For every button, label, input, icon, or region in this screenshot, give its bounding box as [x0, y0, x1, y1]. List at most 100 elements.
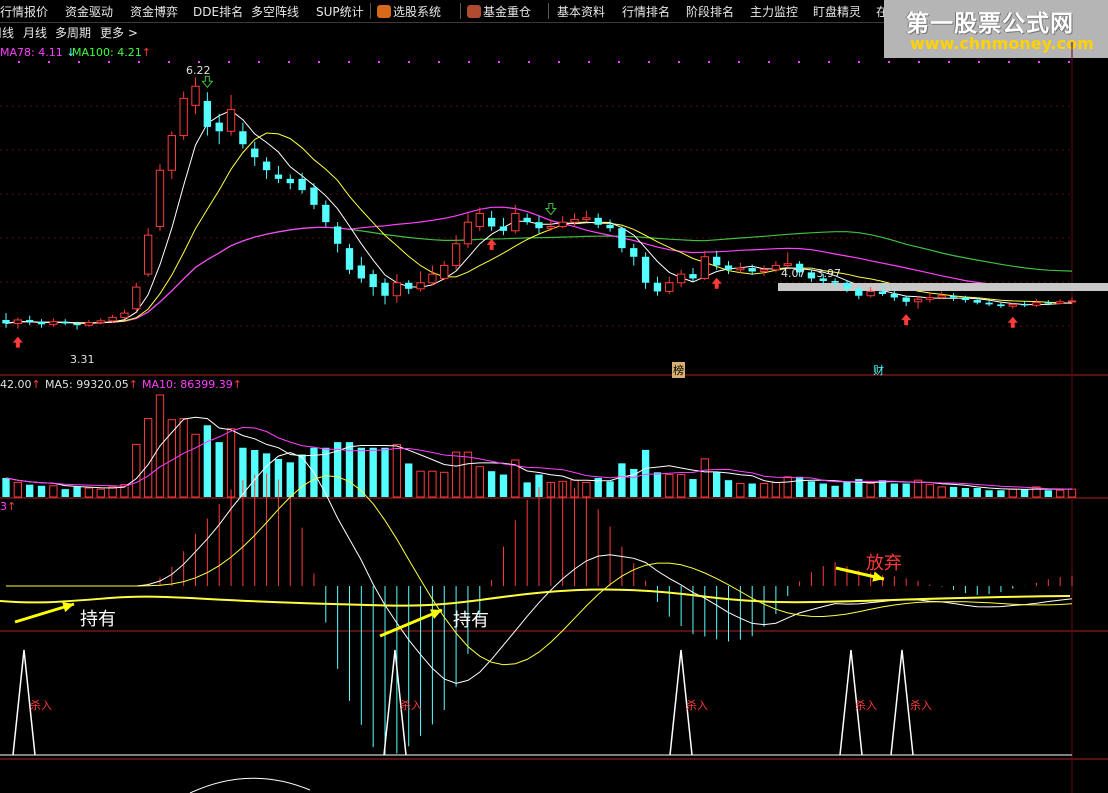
volume-bar: [37, 485, 46, 497]
candle-body: [239, 131, 247, 145]
top-tick-dot: [648, 61, 650, 63]
candle-body: [689, 274, 697, 279]
volume-bar: [416, 470, 425, 498]
candle-body: [392, 282, 402, 297]
top-tick-dot: [588, 61, 590, 63]
volume-panel: [2, 394, 1077, 498]
kill-label-3: 杀入: [686, 699, 708, 712]
price-panel: [2, 75, 1108, 348]
top-tick-dot: [1008, 61, 1010, 63]
top-tick-dot: [198, 61, 200, 63]
candle-body: [665, 282, 674, 292]
candle-body: [108, 316, 117, 322]
top-tick-dot: [288, 61, 290, 63]
buy-arrow-icon: [12, 336, 23, 348]
volume-bar: [961, 488, 970, 497]
volume-bar: [96, 488, 105, 498]
candle-body: [322, 204, 330, 223]
volume-bar: [724, 480, 733, 497]
candle-body: [961, 297, 970, 301]
buy-arrow-icon: [901, 314, 912, 326]
candle-body: [866, 290, 875, 297]
volume-bar: [902, 483, 910, 497]
top-tick-dot: [18, 61, 20, 63]
sell-arrow-icon: [544, 203, 557, 216]
sell-arrow-icon: [201, 75, 214, 89]
top-tick-dot: [1068, 61, 1070, 63]
top-tick-dot: [78, 61, 80, 63]
top-tick-dot: [228, 61, 230, 63]
volume-bar: [203, 425, 212, 497]
candle-body: [676, 273, 686, 284]
candle-body: [132, 286, 141, 310]
price-range-label: 4.07 - 3.97: [781, 267, 841, 280]
candle-body: [475, 213, 484, 227]
volume-bar: [369, 447, 377, 497]
top-tick-dot: [858, 61, 860, 63]
volume-bar: [676, 474, 686, 498]
kill-label-1: 杀入: [30, 699, 52, 712]
volume-bar: [191, 433, 200, 498]
candle-body: [155, 169, 165, 227]
candle-body: [630, 248, 638, 257]
volume-bar: [973, 488, 981, 497]
volume-bar: [925, 484, 935, 498]
volume-bar: [179, 418, 188, 498]
top-tick-dot: [48, 61, 50, 63]
top-tick-dot: [108, 61, 110, 63]
candle-body: [878, 291, 887, 295]
volume-bar: [748, 483, 756, 497]
top-tick-dot: [468, 61, 470, 63]
candle-body: [369, 274, 377, 288]
top-tick-dot: [258, 61, 260, 63]
candle-body: [913, 298, 923, 303]
volume-bar: [759, 483, 769, 498]
volume-bar: [1067, 488, 1077, 498]
badge-cai[interactable]: 财: [873, 362, 884, 378]
candle-body: [13, 319, 23, 324]
candle-body: [226, 109, 236, 132]
candle-body: [736, 267, 745, 271]
volume-bar: [226, 428, 236, 498]
candle-body: [771, 264, 781, 271]
candle-body: [855, 288, 863, 296]
volume-bar: [215, 442, 223, 497]
candle-body: [1020, 304, 1029, 306]
volume-bar: [831, 485, 839, 497]
chart-grid: [0, 42, 1108, 793]
volume-bar: [381, 447, 389, 497]
candle-body: [925, 296, 935, 300]
top-tick-dot: [768, 61, 770, 63]
candle-body: [724, 265, 733, 270]
candle-body: [463, 221, 473, 245]
top-tick-dot: [678, 61, 680, 63]
candle-body: [381, 282, 389, 296]
top-tick-dot: [498, 61, 500, 63]
volume-bar: [523, 482, 531, 497]
candle-body: [1055, 301, 1065, 305]
volume-bar: [463, 451, 473, 498]
top-tick-dot: [168, 61, 170, 63]
volume-bar: [286, 462, 294, 497]
volume-bar: [736, 483, 745, 498]
ma78-label: MA78: 4.11 ↓: [0, 46, 76, 59]
candle-body: [416, 282, 425, 290]
candle-body: [831, 281, 839, 283]
kill-label-4: 杀入: [855, 699, 877, 712]
candle-body: [2, 319, 10, 324]
candle-body: [96, 320, 105, 324]
kline-chart[interactable]: [0, 0, 1108, 793]
volume-bar: [73, 486, 81, 497]
volume-bar: [985, 490, 993, 497]
candle-body: [653, 282, 662, 292]
volume-bar: [428, 470, 437, 498]
volume-bar: [653, 472, 662, 497]
candle-body: [937, 295, 946, 298]
badge-bang[interactable]: 榜: [672, 362, 685, 378]
top-tick-dot: [708, 61, 710, 63]
volume-bar: [606, 481, 614, 497]
volume-bar: [937, 486, 946, 498]
volume-bar: [392, 443, 402, 498]
top-tick-dot: [618, 61, 620, 63]
volume-bar: [783, 476, 792, 498]
